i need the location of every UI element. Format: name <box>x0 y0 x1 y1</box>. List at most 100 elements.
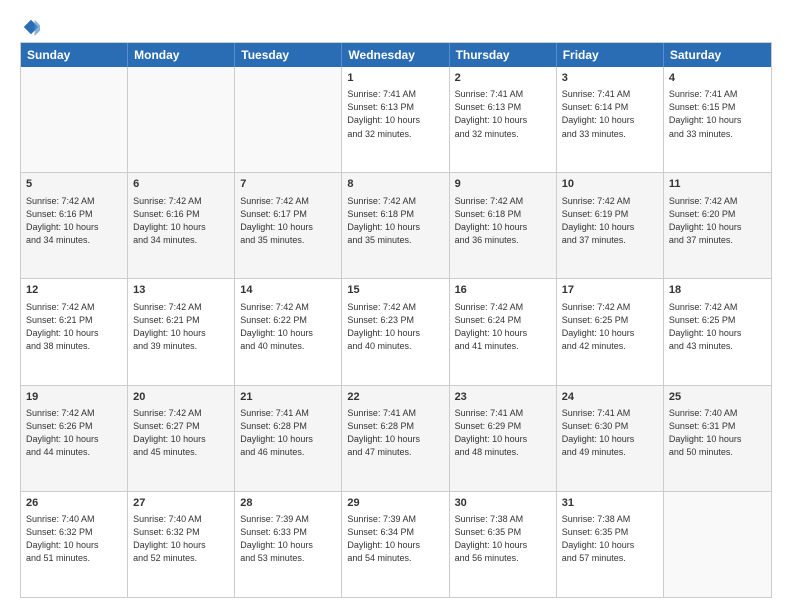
calendar-cell <box>664 492 771 597</box>
day-info: Sunrise: 7:41 AM Sunset: 6:13 PM Dayligh… <box>347 88 443 140</box>
calendar-cell: 12 Sunrise: 7:42 AM Sunset: 6:21 PM Dayli… <box>21 279 128 384</box>
day-info: Sunrise: 7:42 AM Sunset: 6:26 PM Dayligh… <box>26 407 122 459</box>
day-info: Sunrise: 7:42 AM Sunset: 6:18 PM Dayligh… <box>455 195 551 247</box>
day-info: Sunrise: 7:41 AM Sunset: 6:30 PM Dayligh… <box>562 407 658 459</box>
calendar-cell: 1 Sunrise: 7:41 AM Sunset: 6:13 PM Daylig… <box>342 67 449 172</box>
day-info: Sunrise: 7:42 AM Sunset: 6:19 PM Dayligh… <box>562 195 658 247</box>
day-number: 28 <box>240 496 336 511</box>
day-number: 3 <box>562 71 658 86</box>
day-info: Sunrise: 7:40 AM Sunset: 6:32 PM Dayligh… <box>133 513 229 565</box>
calendar-cell: 4 Sunrise: 7:41 AM Sunset: 6:15 PM Daylig… <box>664 67 771 172</box>
calendar-cell: 11 Sunrise: 7:42 AM Sunset: 6:20 PM Dayli… <box>664 173 771 278</box>
calendar-cell: 17 Sunrise: 7:42 AM Sunset: 6:25 PM Dayli… <box>557 279 664 384</box>
calendar-row: 26 Sunrise: 7:40 AM Sunset: 6:32 PM Dayli… <box>21 491 771 597</box>
day-number: 14 <box>240 283 336 298</box>
calendar-row: 19 Sunrise: 7:42 AM Sunset: 6:26 PM Dayli… <box>21 385 771 491</box>
calendar-cell: 15 Sunrise: 7:42 AM Sunset: 6:23 PM Dayli… <box>342 279 449 384</box>
calendar-cell: 14 Sunrise: 7:42 AM Sunset: 6:22 PM Dayli… <box>235 279 342 384</box>
calendar-cell: 21 Sunrise: 7:41 AM Sunset: 6:28 PM Dayli… <box>235 386 342 491</box>
calendar-cell: 22 Sunrise: 7:41 AM Sunset: 6:28 PM Dayli… <box>342 386 449 491</box>
calendar-cell <box>235 67 342 172</box>
day-number: 16 <box>455 283 551 298</box>
calendar: SundayMondayTuesdayWednesdayThursdayFrid… <box>20 42 772 598</box>
day-number: 4 <box>669 71 766 86</box>
calendar-cell: 10 Sunrise: 7:42 AM Sunset: 6:19 PM Dayli… <box>557 173 664 278</box>
header-cell-tuesday: Tuesday <box>235 43 342 67</box>
header-cell-wednesday: Wednesday <box>342 43 449 67</box>
day-info: Sunrise: 7:41 AM Sunset: 6:15 PM Dayligh… <box>669 88 766 140</box>
calendar-header: SundayMondayTuesdayWednesdayThursdayFrid… <box>21 43 771 67</box>
header-cell-saturday: Saturday <box>664 43 771 67</box>
day-number: 8 <box>347 177 443 192</box>
day-info: Sunrise: 7:42 AM Sunset: 6:25 PM Dayligh… <box>562 301 658 353</box>
day-info: Sunrise: 7:41 AM Sunset: 6:13 PM Dayligh… <box>455 88 551 140</box>
day-number: 22 <box>347 390 443 405</box>
day-number: 17 <box>562 283 658 298</box>
day-info: Sunrise: 7:42 AM Sunset: 6:16 PM Dayligh… <box>133 195 229 247</box>
day-info: Sunrise: 7:39 AM Sunset: 6:34 PM Dayligh… <box>347 513 443 565</box>
calendar-cell: 24 Sunrise: 7:41 AM Sunset: 6:30 PM Dayli… <box>557 386 664 491</box>
day-number: 26 <box>26 496 122 511</box>
day-number: 2 <box>455 71 551 86</box>
calendar-row: 12 Sunrise: 7:42 AM Sunset: 6:21 PM Dayli… <box>21 278 771 384</box>
calendar-cell: 31 Sunrise: 7:38 AM Sunset: 6:35 PM Dayli… <box>557 492 664 597</box>
day-number: 6 <box>133 177 229 192</box>
page: SundayMondayTuesdayWednesdayThursdayFrid… <box>0 0 792 612</box>
calendar-cell: 20 Sunrise: 7:42 AM Sunset: 6:27 PM Dayli… <box>128 386 235 491</box>
day-info: Sunrise: 7:40 AM Sunset: 6:31 PM Dayligh… <box>669 407 766 459</box>
day-number: 1 <box>347 71 443 86</box>
day-info: Sunrise: 7:42 AM Sunset: 6:24 PM Dayligh… <box>455 301 551 353</box>
calendar-cell: 29 Sunrise: 7:39 AM Sunset: 6:34 PM Dayli… <box>342 492 449 597</box>
day-info: Sunrise: 7:42 AM Sunset: 6:21 PM Dayligh… <box>26 301 122 353</box>
day-number: 27 <box>133 496 229 511</box>
day-info: Sunrise: 7:40 AM Sunset: 6:32 PM Dayligh… <box>26 513 122 565</box>
day-number: 15 <box>347 283 443 298</box>
calendar-cell <box>128 67 235 172</box>
day-info: Sunrise: 7:42 AM Sunset: 6:23 PM Dayligh… <box>347 301 443 353</box>
calendar-row: 1 Sunrise: 7:41 AM Sunset: 6:13 PM Daylig… <box>21 67 771 172</box>
header-cell-monday: Monday <box>128 43 235 67</box>
day-number: 7 <box>240 177 336 192</box>
day-number: 13 <box>133 283 229 298</box>
day-number: 21 <box>240 390 336 405</box>
day-number: 5 <box>26 177 122 192</box>
logo <box>20 18 40 32</box>
day-number: 24 <box>562 390 658 405</box>
day-info: Sunrise: 7:42 AM Sunset: 6:17 PM Dayligh… <box>240 195 336 247</box>
calendar-cell: 8Sunrise: 7:42 AM Sunset: 6:18 PM Daylig… <box>342 173 449 278</box>
calendar-cell: 13 Sunrise: 7:42 AM Sunset: 6:21 PM Dayli… <box>128 279 235 384</box>
day-number: 29 <box>347 496 443 511</box>
day-number: 19 <box>26 390 122 405</box>
calendar-cell: 5 Sunrise: 7:42 AM Sunset: 6:16 PM Daylig… <box>21 173 128 278</box>
calendar-cell: 28Sunrise: 7:39 AM Sunset: 6:33 PM Dayli… <box>235 492 342 597</box>
day-number: 9 <box>455 177 551 192</box>
calendar-cell: 16 Sunrise: 7:42 AM Sunset: 6:24 PM Dayli… <box>450 279 557 384</box>
day-number: 25 <box>669 390 766 405</box>
day-info: Sunrise: 7:38 AM Sunset: 6:35 PM Dayligh… <box>562 513 658 565</box>
calendar-cell: 9 Sunrise: 7:42 AM Sunset: 6:18 PM Daylig… <box>450 173 557 278</box>
day-info: Sunrise: 7:41 AM Sunset: 6:28 PM Dayligh… <box>240 407 336 459</box>
day-info: Sunrise: 7:41 AM Sunset: 6:28 PM Dayligh… <box>347 407 443 459</box>
calendar-cell: 25 Sunrise: 7:40 AM Sunset: 6:31 PM Dayli… <box>664 386 771 491</box>
day-number: 31 <box>562 496 658 511</box>
header-cell-sunday: Sunday <box>21 43 128 67</box>
header <box>20 18 772 32</box>
day-info: Sunrise: 7:42 AM Sunset: 6:20 PM Dayligh… <box>669 195 766 247</box>
day-info: Sunrise: 7:42 AM Sunset: 6:16 PM Dayligh… <box>26 195 122 247</box>
calendar-cell: 26 Sunrise: 7:40 AM Sunset: 6:32 PM Dayli… <box>21 492 128 597</box>
calendar-cell: 6 Sunrise: 7:42 AM Sunset: 6:16 PM Daylig… <box>128 173 235 278</box>
calendar-cell <box>21 67 128 172</box>
day-number: 10 <box>562 177 658 192</box>
day-number: 11 <box>669 177 766 192</box>
calendar-cell: 19 Sunrise: 7:42 AM Sunset: 6:26 PM Dayli… <box>21 386 128 491</box>
day-info: Sunrise: 7:42 AM Sunset: 6:22 PM Dayligh… <box>240 301 336 353</box>
day-info: Sunrise: 7:41 AM Sunset: 6:14 PM Dayligh… <box>562 88 658 140</box>
header-cell-thursday: Thursday <box>450 43 557 67</box>
day-info: Sunrise: 7:42 AM Sunset: 6:21 PM Dayligh… <box>133 301 229 353</box>
day-info: Sunrise: 7:42 AM Sunset: 6:25 PM Dayligh… <box>669 301 766 353</box>
calendar-cell: 7 Sunrise: 7:42 AM Sunset: 6:17 PM Daylig… <box>235 173 342 278</box>
day-info: Sunrise: 7:42 AM Sunset: 6:27 PM Dayligh… <box>133 407 229 459</box>
calendar-cell: 23Sunrise: 7:41 AM Sunset: 6:29 PM Dayli… <box>450 386 557 491</box>
day-number: 12 <box>26 283 122 298</box>
day-number: 20 <box>133 390 229 405</box>
